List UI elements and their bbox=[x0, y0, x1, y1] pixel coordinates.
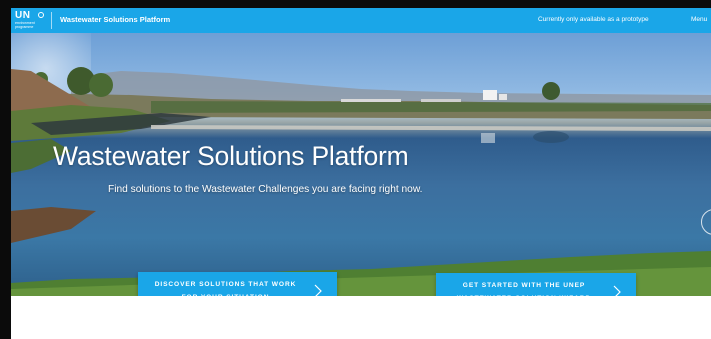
un-environment-logo[interactable]: UN environment programme bbox=[15, 10, 47, 31]
logo-text: UN bbox=[15, 10, 31, 21]
logo-subtext: environment programme bbox=[15, 21, 35, 29]
header-divider bbox=[51, 12, 52, 29]
prototype-notice: Currently only available as a prototype bbox=[538, 16, 649, 23]
wizard-line-1: Get started with the UNEP bbox=[462, 282, 586, 289]
top-navigation-bar: UN environment programme Wastewater Solu… bbox=[11, 8, 711, 33]
hero-subtitle: Find solutions to the Wastewater Challen… bbox=[108, 184, 423, 195]
hero-banner: Wastewater Solutions Platform Find solut… bbox=[11, 33, 711, 296]
site-title-link[interactable]: Wastewater Solutions Platform bbox=[60, 15, 170, 24]
content-area bbox=[11, 296, 711, 339]
web-page: UN environment programme Wastewater Solu… bbox=[11, 8, 711, 339]
menu-button[interactable]: Menu bbox=[691, 16, 707, 23]
un-emblem-icon bbox=[38, 12, 44, 18]
hero-title: Wastewater Solutions Platform bbox=[53, 141, 409, 171]
discover-line-1: Discover solutions that work bbox=[154, 281, 297, 288]
